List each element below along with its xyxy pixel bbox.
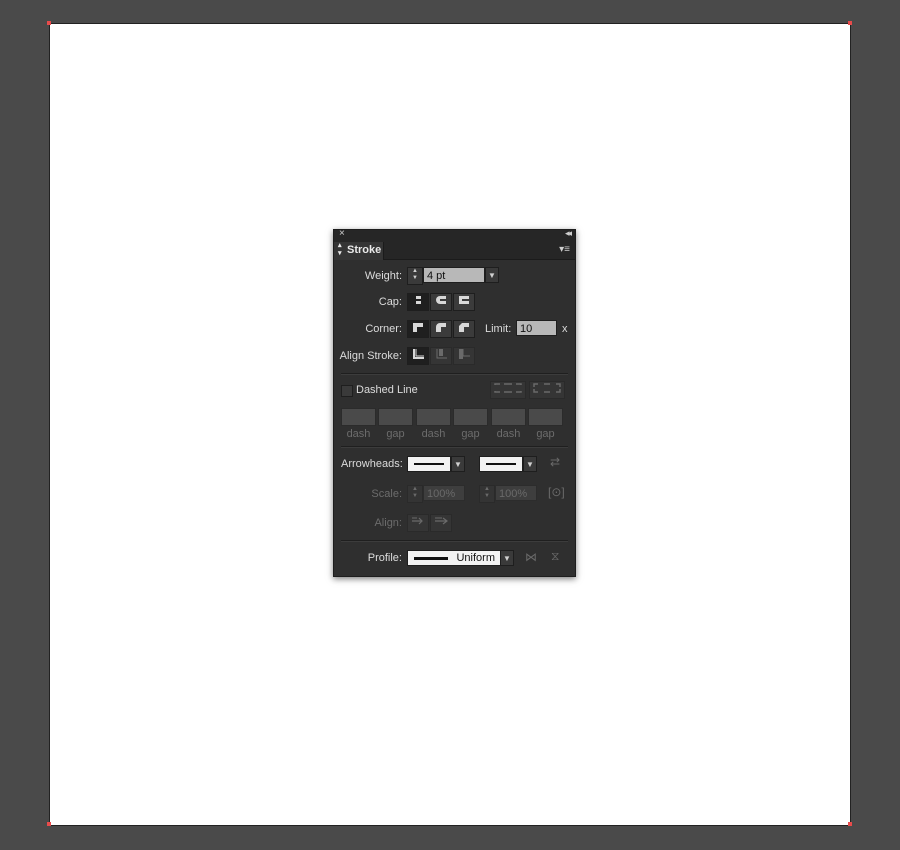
panel-titlebar[interactable]: × ◂◂ [334, 228, 575, 241]
gap-field-3[interactable] [528, 408, 563, 426]
arrow-extend-icon[interactable] [407, 514, 429, 532]
scale-label: Scale: [371, 488, 402, 500]
end-arrowhead-select[interactable] [479, 456, 523, 472]
close-icon[interactable]: × [339, 228, 345, 239]
profile-dropdown[interactable]: ▼ [500, 550, 514, 566]
end-scale-input[interactable]: 100% [495, 485, 537, 501]
divider [341, 373, 568, 375]
dash-field-1[interactable] [341, 408, 376, 426]
tab-stroke[interactable]: ▴ ▾ Stroke [334, 242, 384, 260]
align-dash-icon[interactable] [529, 381, 565, 399]
gap-field-2[interactable] [453, 408, 488, 426]
tab-stroke-label: Stroke [347, 244, 382, 256]
limit-label: Limit: [485, 323, 512, 335]
stroke-panel: × ◂◂ ▴ ▾ Stroke ▾≡ Weight: ▲ ▼ 4 pt ▼ Cap:… [333, 228, 576, 577]
align-center-icon[interactable] [407, 347, 429, 365]
dash-field-2[interactable] [416, 408, 451, 426]
arrowheads-label: Arrowheads: [341, 458, 403, 470]
dash-field-3[interactable] [491, 408, 526, 426]
divider [341, 540, 568, 542]
gap-label-2: gap [461, 428, 480, 440]
limit-input[interactable]: 10 [516, 320, 557, 336]
dash-label-1: dash [346, 428, 371, 440]
weight-stepper[interactable]: ▲ ▼ [407, 267, 423, 285]
end-scale-stepper[interactable]: ▲ ▼ [479, 485, 495, 503]
align-inside-icon[interactable] [430, 347, 452, 365]
gap-label-1: gap [386, 428, 405, 440]
round-cap-icon[interactable] [430, 293, 452, 311]
start-arrowhead-dropdown[interactable]: ▼ [451, 456, 465, 472]
artboard-corner-bottom-right [848, 822, 852, 826]
dash-label-3: dash [496, 428, 521, 440]
gap-label-3: gap [536, 428, 555, 440]
divider [341, 446, 568, 448]
tab-updown-icon[interactable]: ▴ ▾ [338, 242, 342, 258]
round-join-icon[interactable] [430, 320, 452, 338]
artboard-corner-bottom-left [47, 822, 51, 826]
artboard-corner-top-right [848, 21, 852, 25]
weight-label: Weight: [364, 270, 402, 282]
collapse-icon[interactable]: ◂◂ [565, 228, 572, 239]
arrow-place-icon[interactable] [430, 514, 452, 532]
start-arrowhead-select[interactable] [407, 456, 451, 472]
dashed-line-label: Dashed Line [356, 384, 418, 396]
start-scale-input[interactable]: 100% [423, 485, 465, 501]
dash-label-2: dash [421, 428, 446, 440]
cap-label: Cap: [378, 296, 402, 308]
link-scale-icon[interactable]: [⊙] [548, 485, 565, 499]
preserve-dash-icon[interactable] [490, 381, 526, 399]
align-outside-icon[interactable] [453, 347, 475, 365]
limit-suffix: x [562, 323, 568, 335]
swap-arrowheads-icon[interactable]: ⇄ [550, 455, 560, 469]
miter-join-icon[interactable] [407, 320, 429, 338]
artboard-corner-top-left [47, 21, 51, 25]
projecting-cap-icon[interactable] [453, 293, 475, 311]
profile-value: Uniform [456, 552, 495, 564]
profile-select[interactable]: Uniform [407, 550, 501, 566]
corner-label: Corner: [365, 323, 402, 335]
weight-dropdown[interactable]: ▼ [485, 267, 499, 283]
flip-vertical-icon[interactable]: ⧖ [551, 549, 559, 564]
panel-tabbar: ▴ ▾ Stroke ▾≡ [334, 241, 575, 260]
butt-cap-icon[interactable] [407, 293, 429, 311]
bevel-join-icon[interactable] [453, 320, 475, 338]
arrow-align-label: Align: [374, 517, 402, 529]
end-arrowhead-dropdown[interactable]: ▼ [523, 456, 537, 472]
align-stroke-label: Align Stroke: [339, 350, 402, 362]
panel-menu-icon[interactable]: ▾≡ [559, 244, 570, 255]
start-scale-stepper[interactable]: ▲ ▼ [407, 485, 423, 503]
gap-field-1[interactable] [378, 408, 413, 426]
profile-label: Profile: [367, 552, 402, 564]
flip-horizontal-icon[interactable]: ⋈ [525, 550, 537, 564]
weight-input[interactable]: 4 pt [423, 267, 485, 283]
dashed-line-checkbox[interactable] [341, 385, 353, 397]
